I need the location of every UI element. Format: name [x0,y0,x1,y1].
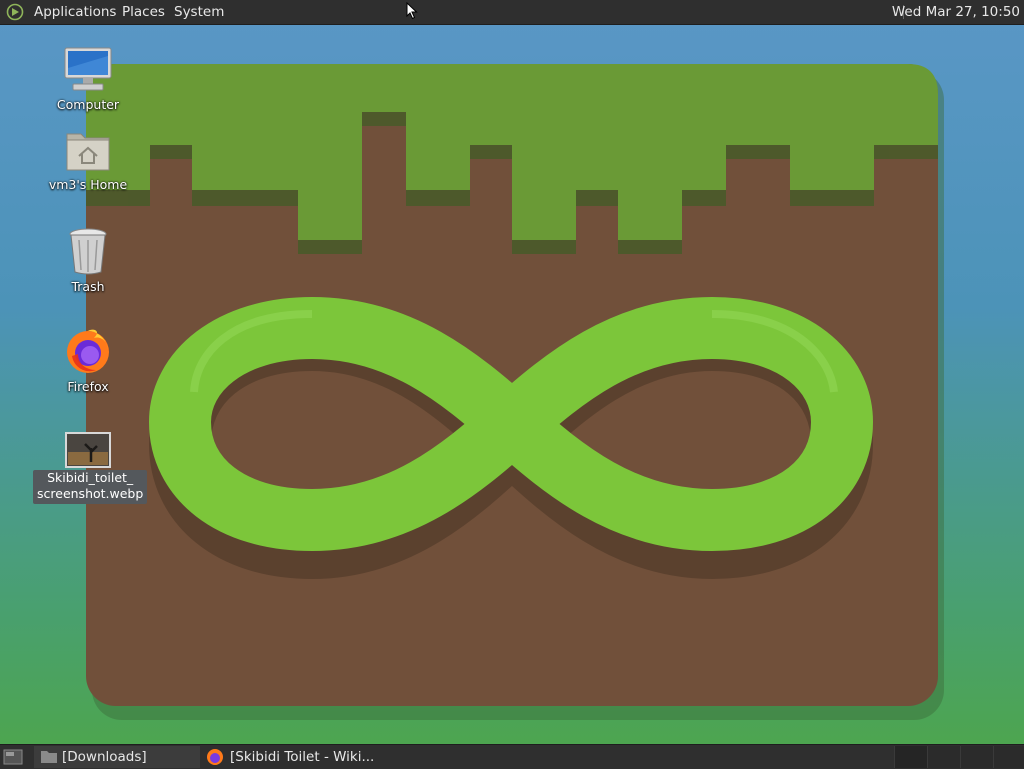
desktop-icon-label: Computer [56,97,120,112]
computer-icon [64,47,112,91]
desktop-icon-image-file[interactable]: Skibidi_toilet_ screenshot.webp [33,432,148,504]
distro-logo-icon[interactable] [6,3,24,21]
trash-icon [69,228,107,275]
taskbar-item-label: [Skibidi Toilet - Wiki... [230,749,375,765]
taskbar-item-firefox[interactable]: [Skibidi Toilet - Wiki... [202,746,374,768]
top-panel: Applications Places System Wed Mar 27, 1… [0,0,1024,25]
menu-applications[interactable]: Applications [34,4,116,20]
bottom-panel: [Downloads] [Skibidi Toilet - Wiki... [0,744,1024,769]
desktop-icon-label-selected: Skibidi_toilet_ screenshot.webp [33,470,148,504]
workspace-3[interactable] [960,746,993,768]
desktop-icon-label: vm3's Home [48,177,128,192]
desktop-icon-label: Firefox [67,379,109,394]
desktop-icon-label: Trash [71,279,105,294]
mouse-cursor-icon [406,2,418,20]
image-file-icon [65,432,111,468]
workspace-1[interactable] [894,746,927,768]
folder-icon [40,749,58,772]
workspace-4[interactable] [993,746,1024,768]
firefox-icon [206,748,224,773]
menu-system[interactable]: System [174,4,224,20]
desktop-icon-trash[interactable]: Trash [33,226,143,295]
label-line: Skibidi_toilet_ [47,470,134,485]
taskbar-item-label: [Downloads] [62,749,147,765]
desktop-icon-home[interactable]: vm3's Home [33,128,143,193]
home-folder-icon [66,133,110,171]
clock[interactable]: Wed Mar 27, 10:50 [892,4,1020,20]
desktop-wallpaper [0,0,1024,768]
desktop-icon-computer[interactable]: Computer [33,46,143,113]
label-line: screenshot.webp [37,486,144,501]
workspace-2[interactable] [927,746,960,768]
firefox-icon [67,329,109,373]
wallpaper-graphic [86,64,944,720]
taskbar-item-downloads[interactable]: [Downloads] [34,746,200,768]
show-desktop-icon[interactable] [3,748,23,770]
desktop-icon-firefox[interactable]: Firefox [33,326,143,395]
menu-places[interactable]: Places [122,4,165,20]
